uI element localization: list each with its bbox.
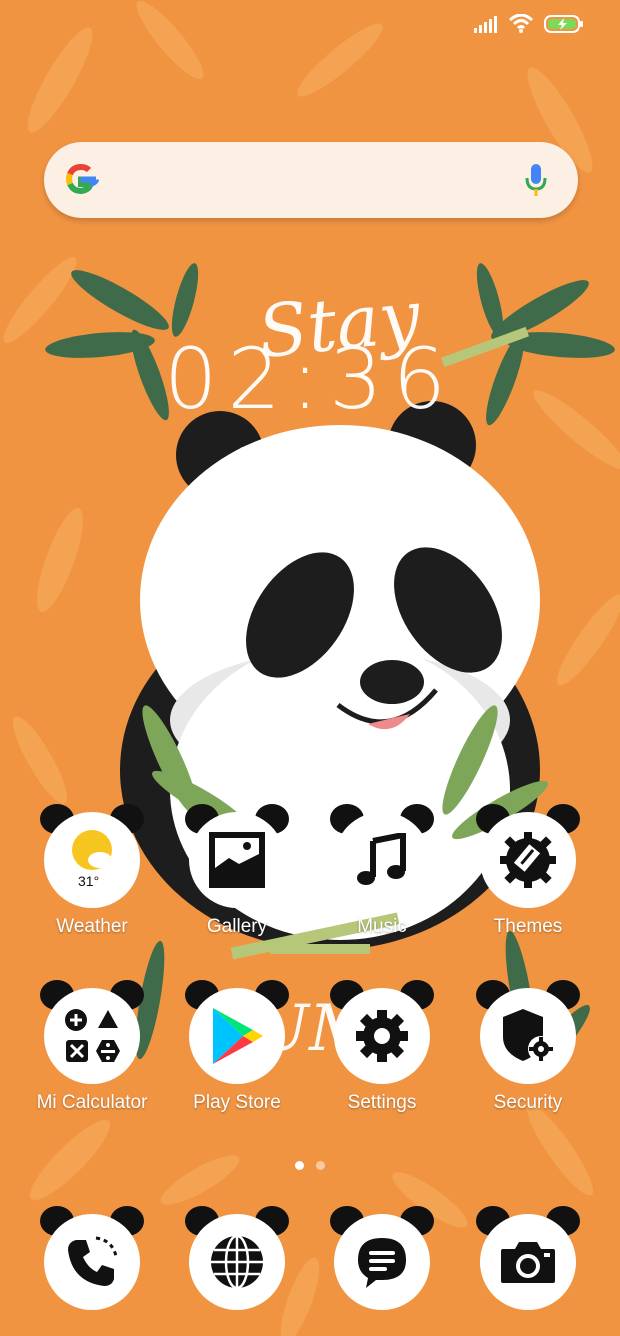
browser-globe-icon bbox=[211, 1234, 263, 1290]
gear-icon bbox=[356, 1010, 408, 1062]
google-logo-icon bbox=[66, 163, 99, 195]
battery-charging-icon bbox=[544, 15, 583, 33]
app-label: Play Store bbox=[193, 1092, 281, 1113]
status-bar bbox=[474, 14, 584, 34]
app-settings[interactable]: Settings bbox=[322, 980, 442, 1114]
themes-brush-icon bbox=[500, 832, 556, 888]
dock-phone[interactable] bbox=[32, 1206, 152, 1310]
app-mi-calculator[interactable]: Mi Calculator bbox=[32, 980, 152, 1114]
calculator-icon bbox=[65, 1009, 120, 1062]
clock-date: 0 bbox=[238, 444, 250, 466]
app-weather[interactable]: 31° Weather bbox=[32, 804, 152, 938]
app-security[interactable]: Security bbox=[468, 980, 588, 1114]
app-label: Weather bbox=[56, 916, 128, 937]
dock-camera[interactable] bbox=[468, 1206, 588, 1310]
dock-browser[interactable] bbox=[177, 1206, 297, 1310]
app-play-store[interactable]: Play Store bbox=[177, 980, 297, 1114]
phone-icon bbox=[68, 1236, 118, 1286]
security-shield-icon bbox=[503, 1009, 554, 1062]
app-label: Themes bbox=[493, 916, 563, 937]
signal-bars-icon bbox=[474, 16, 497, 33]
app-label: Gallery bbox=[206, 916, 268, 937]
weather-icon: 31° bbox=[72, 830, 112, 889]
svg-text:31°: 31° bbox=[78, 873, 99, 889]
app-gallery[interactable]: Gallery bbox=[177, 804, 297, 938]
app-music[interactable]: Music bbox=[322, 804, 442, 938]
messages-icon bbox=[358, 1238, 406, 1288]
play-store-icon bbox=[213, 1008, 263, 1064]
clock-time[interactable]: 02:36 bbox=[0, 330, 620, 428]
app-label: Settings bbox=[347, 1092, 417, 1113]
app-label: Security bbox=[493, 1092, 563, 1113]
page-dot-active bbox=[295, 1161, 304, 1170]
app-themes[interactable]: Themes bbox=[468, 804, 588, 938]
dock-messages[interactable] bbox=[322, 1206, 442, 1310]
app-label: Music bbox=[357, 916, 407, 937]
camera-icon bbox=[501, 1242, 555, 1283]
page-indicator bbox=[295, 1161, 325, 1170]
wifi-icon bbox=[508, 14, 534, 33]
mic-icon[interactable] bbox=[524, 162, 548, 198]
page-dot bbox=[316, 1161, 325, 1170]
music-note-icon bbox=[357, 833, 406, 885]
gallery-icon bbox=[209, 832, 265, 888]
google-search-bar[interactable] bbox=[44, 142, 578, 218]
app-label: Mi Calculator bbox=[36, 1092, 148, 1113]
